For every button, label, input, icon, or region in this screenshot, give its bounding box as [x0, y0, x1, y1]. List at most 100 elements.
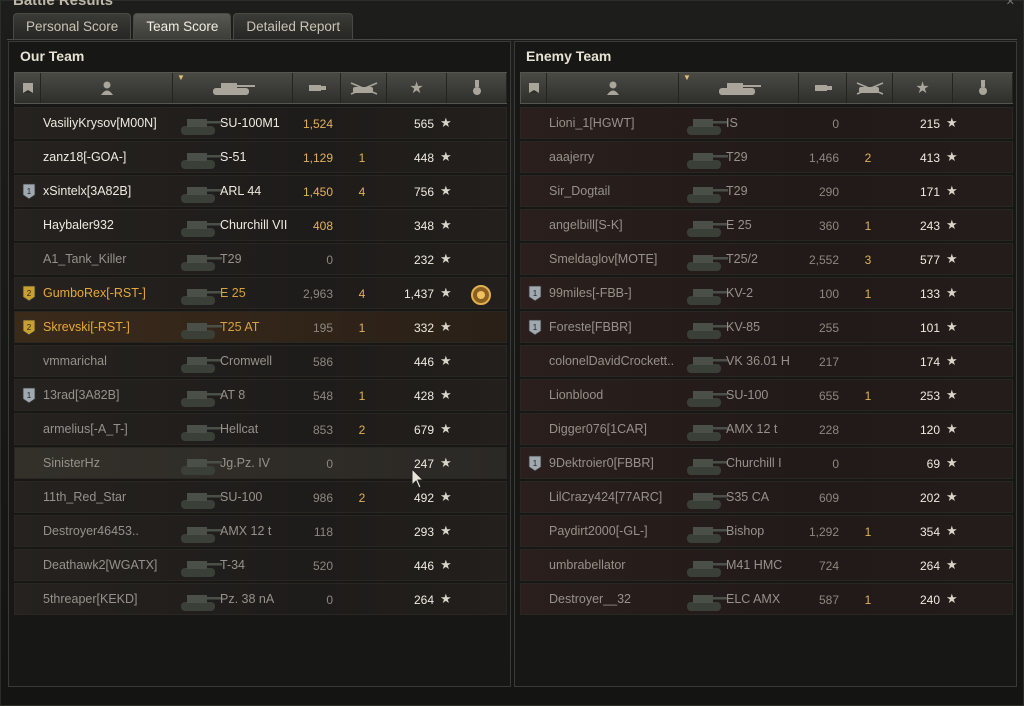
vehicle-icon[interactable]: ▼ [679, 73, 799, 103]
player-icon[interactable] [547, 73, 679, 103]
player-name: Haybaler932 [43, 218, 114, 232]
medal-column-icon[interactable] [447, 73, 507, 103]
tab-detailed-report[interactable]: Detailed Report [233, 13, 354, 39]
player-row[interactable]: Lionblood SU-100 655 1 253 ★ [520, 379, 1013, 411]
tank-icon [681, 518, 729, 546]
star-icon: ★ [946, 353, 958, 368]
vehicle-name: ELC AMX [726, 592, 781, 606]
player-row[interactable]: armelius[-A_T-] Hellcat 853 2 679 ★ [14, 413, 507, 445]
player-name: SinisterHz [43, 456, 100, 470]
vehicle-name: SU-100 [726, 388, 769, 402]
player-row[interactable]: Lioni_1[HGWT] IS 0 215 ★ [520, 107, 1013, 139]
star-icon: ★ [440, 387, 452, 402]
player-row[interactable]: colonelDavidCrockett.. VK 36.01 H 217 174 ★ [520, 345, 1013, 377]
player-row[interactable]: aaajerry T29 1,466 2 413 ★ [520, 141, 1013, 173]
svg-text:2: 2 [27, 289, 32, 298]
tank-icon [681, 314, 729, 342]
medal-column-icon[interactable] [953, 73, 1013, 103]
player-row[interactable]: VasiliyKrysov[M00N] SU-100M1 1,524 565 ★ [14, 107, 507, 139]
player-row[interactable]: angelbill[S-K] E 25 360 1 243 ★ [520, 209, 1013, 241]
vehicle-name: S35 CA [726, 490, 770, 504]
player-row[interactable]: Paydirt2000[-GL-] Bishop 1,292 1 354 ★ [520, 515, 1013, 547]
player-row[interactable]: 1 99miles[-FBB-] KV-2 100 1 133 ★ [520, 277, 1013, 309]
player-row[interactable]: 1 9Dektroier0[FBBR] Churchill I 0 69 ★ [520, 447, 1013, 479]
damage-value: 228 [818, 423, 839, 437]
player-row[interactable]: Destroyer46453.. AMX 12 t 118 293 ★ [14, 515, 507, 547]
player-row[interactable]: Digger076[1CAR] AMX 12 t 228 120 ★ [520, 413, 1013, 445]
kills-icon[interactable] [341, 73, 387, 103]
xp-value: 354 [919, 525, 940, 539]
player-row[interactable]: 5threaper[KEKD] Pz. 38 nA 0 264 ★ [14, 583, 507, 615]
player-row[interactable]: Destroyer__32 ELC AMX 587 1 240 ★ [520, 583, 1013, 615]
squad-icon[interactable] [15, 73, 41, 103]
vehicle-name: M41 HMC [726, 558, 783, 572]
player-name: Destroyer__32 [549, 592, 631, 606]
xp-value: 232 [413, 253, 434, 267]
squad-icon[interactable] [521, 73, 547, 103]
kills-value: 1 [864, 525, 872, 539]
tank-icon [681, 450, 729, 478]
xp-star-icon[interactable]: ★ [893, 73, 953, 103]
tab-personal-score[interactable]: Personal Score [13, 13, 132, 39]
player-name: 5threaper[KEKD] [43, 592, 138, 606]
kills-value: 4 [358, 287, 366, 301]
player-row[interactable]: SinisterHz Jg.Pz. IV 0 247 ★ [14, 447, 507, 479]
damage-value: 0 [326, 457, 333, 471]
player-row[interactable]: Haybaler932 Churchill VII 408 348 ★ [14, 209, 507, 241]
kills-icon[interactable] [847, 73, 893, 103]
player-row[interactable]: LilCrazy424[77ARC] S35 CA 609 202 ★ [520, 481, 1013, 513]
enemy-team-panel: Enemy Team ▼ ★ Lioni_1[HGWT] IS 0 215 ★ aaajer… [514, 41, 1017, 687]
player-row[interactable]: 2 Skrevski[-RST-] T25 AT 195 1 332 ★ [14, 311, 507, 343]
player-row[interactable]: 1 Foreste[FBBR] KV-85 255 101 ★ [520, 311, 1013, 343]
player-icon[interactable] [41, 73, 173, 103]
xp-value: 120 [919, 423, 940, 437]
vehicle-icon[interactable]: ▼ [173, 73, 293, 103]
vehicle-name: KV-85 [726, 320, 761, 334]
vehicle-name: SU-100 [220, 490, 263, 504]
svg-text:1: 1 [27, 391, 32, 400]
player-row[interactable]: Deathawk2[WGATX] T-34 520 446 ★ [14, 549, 507, 581]
player-name: vmmarichal [43, 354, 107, 368]
vehicle-name: AMX 12 t [726, 422, 778, 436]
player-row[interactable]: umbrabellator M41 HMC 724 264 ★ [520, 549, 1013, 581]
star-icon: ★ [440, 421, 452, 436]
star-icon: ★ [946, 557, 958, 572]
tank-icon [681, 144, 729, 172]
damage-icon[interactable] [799, 73, 847, 103]
xp-value: 1,437 [403, 287, 434, 301]
xp-value: 253 [919, 389, 940, 403]
xp-value: 133 [919, 287, 940, 301]
player-row[interactable]: Sir_Dogtail T29 290 171 ★ [520, 175, 1013, 207]
vehicle-name: ARL 44 [220, 184, 262, 198]
player-row[interactable]: 11th_Red_Star SU-100 986 2 492 ★ [14, 481, 507, 513]
player-row[interactable]: 1 xSintelx[3A82B] ARL 44 1,450 4 756 ★ [14, 175, 507, 207]
damage-icon[interactable] [293, 73, 341, 103]
player-row[interactable]: Smeldaglov[MOTE] T25/2 2,552 3 577 ★ [520, 243, 1013, 275]
player-name: Digger076[1CAR] [549, 422, 647, 436]
svg-text:1: 1 [27, 187, 32, 196]
damage-value: 360 [818, 219, 839, 233]
star-icon: ★ [440, 489, 452, 504]
damage-value: 217 [818, 355, 839, 369]
tank-icon [175, 246, 223, 274]
player-row[interactable]: zanz18[-GOA-] S-51 1,129 1 448 ★ [14, 141, 507, 173]
xp-value: 446 [413, 559, 434, 573]
player-row[interactable]: 1 13rad[3A82B] AT 8 548 1 428 ★ [14, 379, 507, 411]
vehicle-name: E 25 [726, 218, 752, 232]
damage-value: 1,129 [302, 151, 333, 165]
player-row[interactable]: 2 GumboRex[-RST-] E 25 2,963 4 1,437 ★ [14, 277, 507, 309]
player-row[interactable]: A1_Tank_Killer T29 0 232 ★ [14, 243, 507, 275]
player-name: 11th_Red_Star [43, 490, 127, 504]
player-row[interactable]: vmmarichal Cromwell 586 446 ★ [14, 345, 507, 377]
kills-value: 2 [358, 423, 366, 437]
xp-value: 756 [413, 185, 434, 199]
xp-star-icon[interactable]: ★ [387, 73, 447, 103]
xp-value: 171 [919, 185, 940, 199]
xp-value: 243 [919, 219, 940, 233]
close-icon[interactable]: ✕ [1006, 0, 1015, 8]
tab-team-score[interactable]: Team Score [133, 13, 232, 39]
star-icon: ★ [946, 387, 958, 402]
kills-value: 1 [864, 593, 872, 607]
kills-value: 4 [358, 185, 366, 199]
tank-icon [175, 212, 223, 240]
